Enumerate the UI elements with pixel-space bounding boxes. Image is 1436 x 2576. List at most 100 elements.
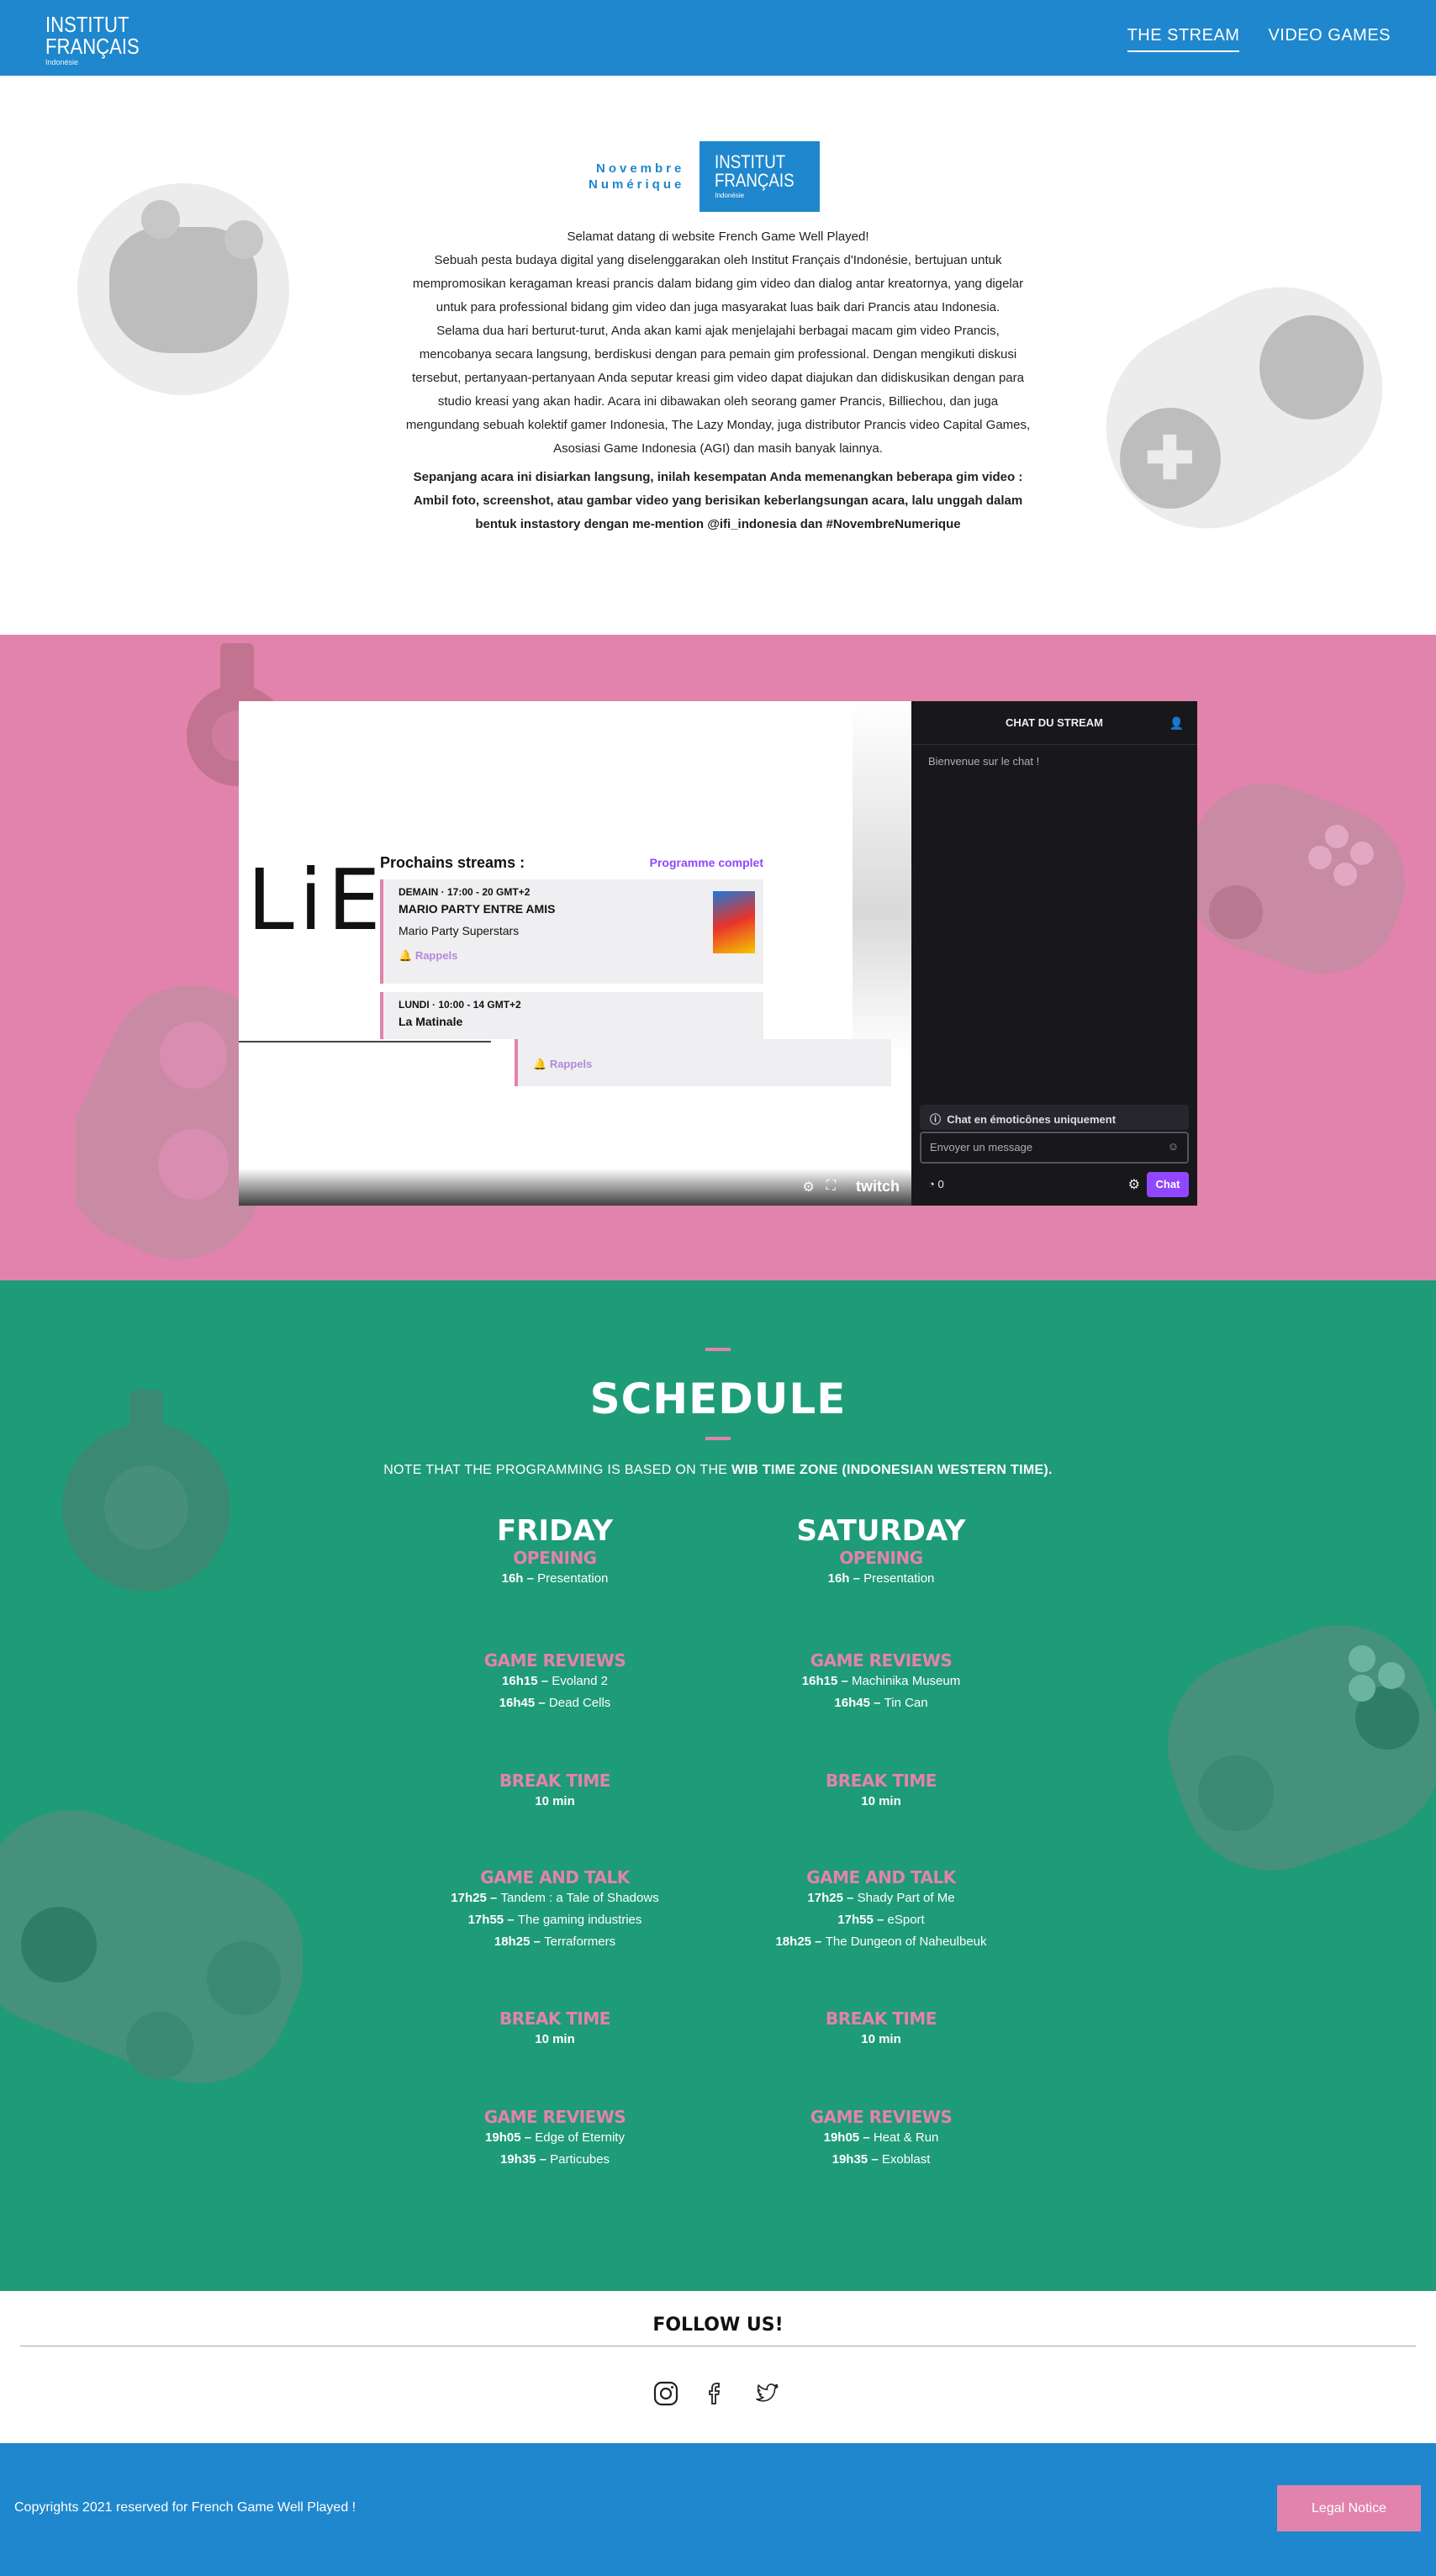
day-name: SATURDAY <box>796 1514 966 1548</box>
stream-card-meta: LUNDI · 10:00 - 14 GMT+2 <box>399 999 521 1011</box>
day-friday: FRIDAY <box>387 1514 723 1548</box>
box-logo-line-3: Indonésie <box>715 192 745 199</box>
intro-welcome: Selamat datang di website French Game We… <box>567 230 869 244</box>
instagram-icon[interactable] <box>652 2380 679 2407</box>
brand-line-1: Novembre <box>596 161 685 176</box>
site-footer: Copyrights 2021 reserved for French Game… <box>0 2443 1436 2576</box>
schedule-item: Presentation <box>537 1571 609 1586</box>
twitch-logo[interactable]: twitch <box>856 1178 900 1196</box>
schedule-time: 16h <box>501 1571 524 1586</box>
schedule-row: 19h35 – Exoblast <box>832 2152 931 2167</box>
site-header: INSTITUT FRANÇAIS Indonésie THE STREAM V… <box>0 0 1436 76</box>
institut-francais-logo[interactable]: INSTITUT FRANÇAIS Indonésie <box>45 13 156 66</box>
schedule-item: Particubes <box>550 2152 610 2167</box>
users-icon[interactable]: 👤 <box>1169 716 1184 731</box>
player-controls: ⚙ ⛶ <box>802 1179 836 1196</box>
schedule-block-title: BREAK TIME <box>499 2009 610 2029</box>
schedule-block-title: OPENING <box>513 1548 597 1568</box>
schedule-block: GAME AND TALK 17h25 – Shady Part of Me 17h… <box>713 1867 1049 1953</box>
schedule-item: Tin Can <box>884 1696 928 1710</box>
gamepad-decoration-left <box>0 1810 303 2083</box>
schedule-block-title: GAME AND TALK <box>480 1867 630 1887</box>
remind-button[interactable]: 🔔 Rappels <box>533 1058 876 1071</box>
follow-section: FOLLOW US! <box>0 2291 1436 2443</box>
settings-icon[interactable]: ⚙ <box>802 1179 814 1196</box>
schedule-time: 16h15 <box>502 1674 538 1688</box>
intro-section: ✚ Novembre Numérique INSTITUT FRANÇAIS I… <box>0 76 1436 635</box>
schedule-block: GAME REVIEWS 16h15 – Machinika Museum 16h4… <box>713 1650 1049 1714</box>
emote-only-notice: ⓘ Chat en émoticônes uniquement <box>920 1105 1189 1130</box>
stream-logo-text: LiE <box>247 851 386 949</box>
timezone-note: NOTE THAT THE PROGRAMMING IS BASED ON TH… <box>383 1463 1053 1477</box>
schedule-item: Dead Cells <box>548 1696 611 1710</box>
schedule-row: 17h55 – eSport <box>837 1913 925 1927</box>
schedule-item: Terraformers <box>544 1935 616 1949</box>
schedule-row: 10 min <box>387 1791 723 1813</box>
schedule-time: 16h45 <box>834 1696 870 1710</box>
schedule-time: 17h55 <box>467 1913 504 1927</box>
schedule-block-title: BREAK TIME <box>826 1771 937 1791</box>
schedule-block-title: GAME REVIEWS <box>810 2107 953 2127</box>
schedule-row: 18h25 – Terraformers <box>494 1935 616 1949</box>
schedule-time: 16h <box>827 1571 850 1586</box>
stream-card[interactable]: DEMAIN · 17:00 - 20 GMT+2 MARIO PARTY EN… <box>380 879 763 984</box>
full-schedule-link[interactable]: Programme complet <box>650 856 763 869</box>
schedule-row: 17h55 – The gaming industries <box>467 1913 642 1927</box>
schedule-block: GAME AND TALK 17h25 – Tandem : a Tale of … <box>387 1867 723 1953</box>
gamepad-illustration: ✚ <box>1070 251 1418 564</box>
gamepad-decoration-right <box>1167 1625 1436 1871</box>
schedule-row: 18h25 – The Dungeon of Naheulbeuk <box>775 1935 987 1949</box>
stream-chat: CHAT DU STREAM 👤 Bienvenue sur le chat !… <box>911 701 1197 1206</box>
schedule-block-title: OPENING <box>839 1548 923 1568</box>
upcoming-streams-title: Prochains streams : <box>380 853 525 871</box>
schedule-row: 19h05 – Heat & Run <box>823 2130 939 2145</box>
schedule-block-title: BREAK TIME <box>499 1771 610 1791</box>
schedule-item: Tandem : a Tale of Shadows <box>500 1891 659 1905</box>
fullscreen-icon[interactable]: ⛶ <box>826 1179 836 1196</box>
schedule-time: 10 min <box>535 2032 575 2046</box>
stream-player[interactable]: LiE Prochains streams : Programme comple… <box>239 701 911 1206</box>
novembre-numerique-brand: Novembre Numérique INSTITUT FRANÇAIS Ind… <box>589 141 821 212</box>
schedule-row: 19h05 – Edge of Eternity <box>485 2130 625 2145</box>
schedule-block: GAME REVIEWS 19h05 – Edge of Eternity 19h3… <box>387 2107 723 2171</box>
stream-card-remind-row: 🔔 Rappels <box>515 1039 891 1086</box>
schedule-block: BREAK TIME 10 min <box>713 1771 1049 1813</box>
schedule-block: GAME REVIEWS 19h05 – Heat & Run 19h35 – Ex… <box>713 2107 1049 2171</box>
schedule-time: 19h35 <box>832 2152 868 2167</box>
schedule-item: Exoblast <box>881 2152 931 2167</box>
chat-title: CHAT DU STREAM <box>1005 716 1104 729</box>
schedule-block: GAME REVIEWS 16h15 – Evoland 2 16h45 – Dea… <box>387 1650 723 1714</box>
schedule-item: Heat & Run <box>873 2130 939 2145</box>
schedule-item: The Dungeon of Naheulbeuk <box>825 1935 987 1949</box>
schedule-block: OPENING 16h – Presentation <box>713 1548 1049 1590</box>
day-saturday: SATURDAY <box>713 1514 1049 1548</box>
follow-title: FOLLOW US! <box>652 2315 784 2336</box>
upcoming-streams: Prochains streams : Programme complet DE… <box>380 847 891 1086</box>
main-nav: THE STREAM VIDEO GAMES <box>1127 26 1391 52</box>
schedule-block-title: BREAK TIME <box>826 2009 937 2029</box>
channel-points[interactable]: ◔ 0 <box>928 1178 944 1190</box>
nav-video-games[interactable]: VIDEO GAMES <box>1268 26 1391 52</box>
logo-line-3: Indonésie <box>45 58 79 66</box>
twitter-icon[interactable] <box>753 2380 780 2407</box>
schedule-block: OPENING 16h – Presentation <box>387 1548 723 1590</box>
emote-picker-icon[interactable]: ☺ <box>1168 1140 1179 1153</box>
schedule-item: Machinika Museum <box>852 1674 961 1688</box>
schedule-time: 10 min <box>861 1794 901 1808</box>
schedule-item: Presentation <box>863 1571 935 1586</box>
chat-message-input[interactable]: Envoyer un message ☺ <box>920 1132 1189 1164</box>
remind-button[interactable]: 🔔 Rappels <box>399 949 748 963</box>
nav-the-stream[interactable]: THE STREAM <box>1127 26 1240 52</box>
box-logo-line-1: INSTITUT <box>715 151 786 172</box>
legal-notice-button[interactable]: Legal Notice <box>1277 2485 1421 2531</box>
stream-section: LiE Prochains streams : Programme comple… <box>0 635 1436 1280</box>
stream-card[interactable]: LUNDI · 10:00 - 14 GMT+2 La Matinale <box>380 992 763 1039</box>
schedule-block: BREAK TIME 10 min <box>387 2009 723 2051</box>
schedule-row: 10 min <box>713 1791 1049 1813</box>
schedule-time: 17h55 <box>837 1913 874 1927</box>
chat-settings-icon[interactable]: ⚙ <box>1128 1176 1140 1193</box>
schedule-row: 17h25 – Tandem : a Tale of Shadows <box>451 1891 659 1905</box>
intro-contest: Sepanjang acara ini disiarkan langsung, … <box>413 470 1023 531</box>
facebook-icon[interactable] <box>703 2380 730 2407</box>
chat-send-button[interactable]: Chat <box>1147 1172 1189 1197</box>
